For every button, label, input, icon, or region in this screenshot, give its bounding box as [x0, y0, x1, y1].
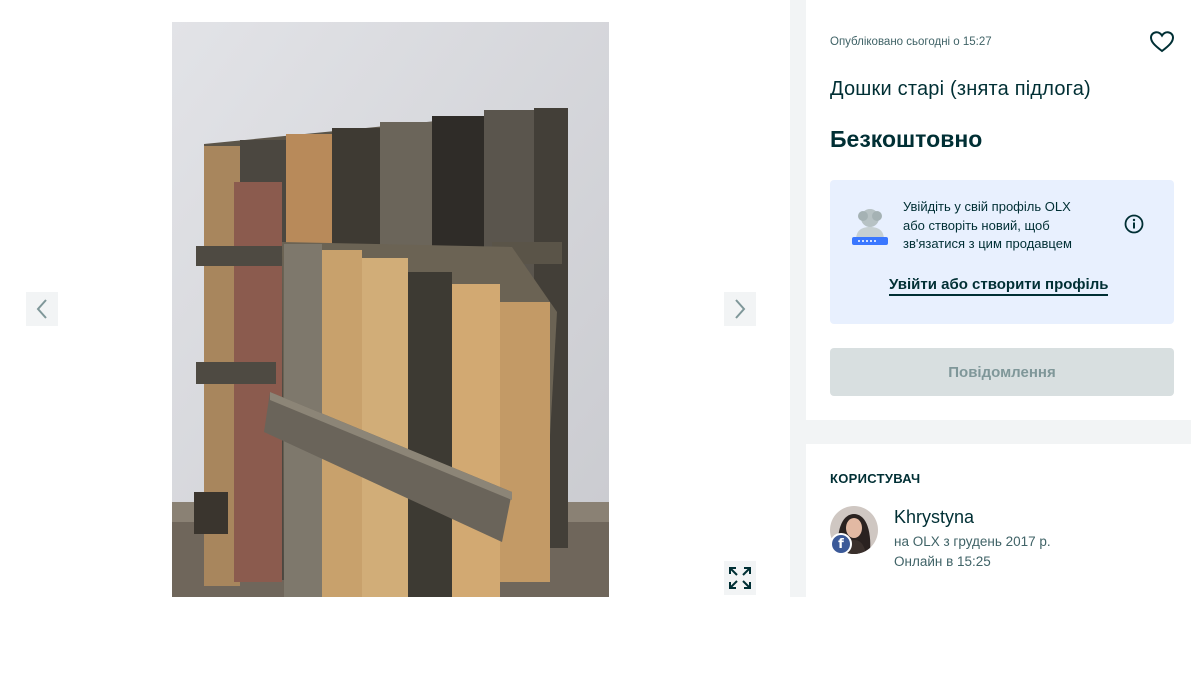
expand-icon [729, 567, 751, 589]
info-icon[interactable] [1124, 214, 1144, 234]
seller-card: КОРИСТУВАЧ f Khrystyna на OLX з грудень … [806, 444, 1191, 597]
login-prompt-line: Увійдіть у свій профіль OLX [903, 199, 1071, 214]
ad-page: Опубліковано сьогодні о 15:27 Дошки стар… [0, 0, 1191, 690]
ad-summary-card: Опубліковано сьогодні о 15:27 Дошки стар… [806, 0, 1191, 420]
next-photo-button[interactable] [724, 292, 756, 326]
chevron-left-icon [36, 299, 47, 319]
login-or-register-link[interactable]: Увійти або створити профіль [889, 276, 1109, 296]
seller-heading: КОРИСТУВАЧ [830, 471, 921, 486]
seller-last-online: Онлайн в 15:25 [894, 554, 991, 569]
wooden-boards-image [172, 22, 609, 597]
fullscreen-button[interactable] [724, 561, 756, 595]
favorite-button[interactable] [1149, 30, 1175, 54]
photo-gallery [0, 0, 790, 597]
login-prompt-line: або створіть новий, щоб [903, 217, 1050, 233]
login-prompt-text: Увійдіть у свій профіль OLX або створіть… [903, 198, 1103, 254]
login-prompt-line: зв'язатися з цим продавцем [903, 236, 1072, 251]
heart-icon [1149, 31, 1175, 53]
user-placeholder-icon [850, 204, 890, 250]
seller-name[interactable]: Khrystyna [894, 507, 974, 528]
ad-photo[interactable] [172, 22, 609, 597]
previous-photo-button[interactable] [26, 292, 58, 326]
posted-date: Опубліковано сьогодні о 15:27 [830, 36, 992, 48]
ad-title: Дошки старі (знята підлога) [830, 78, 1091, 100]
login-prompt: Увійдіть у свій профіль OLX або створіть… [830, 180, 1174, 324]
facebook-badge-icon: f [830, 533, 852, 555]
ad-price: Безкоштовно [830, 126, 983, 152]
message-button[interactable]: Повідомлення [830, 348, 1174, 396]
seller-member-since: на OLX з грудень 2017 р. [894, 534, 1051, 549]
chevron-right-icon [735, 299, 746, 319]
